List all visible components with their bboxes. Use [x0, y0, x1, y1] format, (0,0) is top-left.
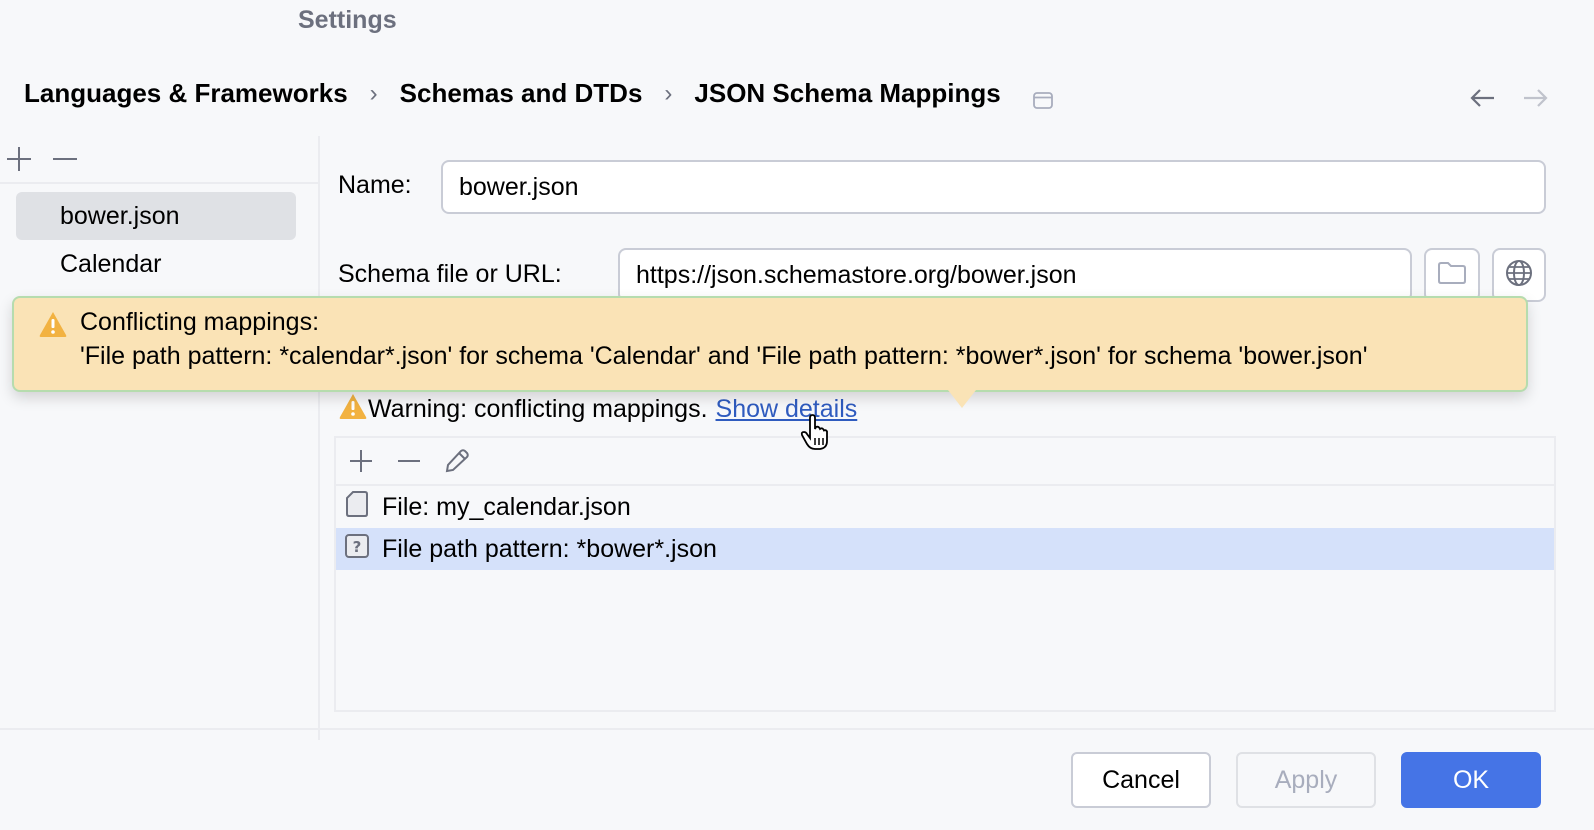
- breadcrumb-separator: ›: [664, 79, 673, 107]
- name-input[interactable]: bower.json: [441, 160, 1546, 214]
- mapping-label: File path pattern: *bower*.json: [382, 534, 717, 563]
- folder-icon: [1437, 260, 1467, 291]
- pencil-icon[interactable]: [442, 446, 472, 476]
- schema-list-toolbar: [0, 136, 318, 184]
- window-icon[interactable]: [1032, 85, 1053, 109]
- arrow-right-icon[interactable]: [1520, 86, 1550, 115]
- arrow-left-icon[interactable]: [1468, 86, 1498, 115]
- file-icon: [344, 490, 382, 525]
- show-details-link[interactable]: Show details: [716, 395, 858, 424]
- schema-list-panel: bower.json Calendar: [0, 136, 320, 740]
- tooltip-pointer: [948, 390, 976, 408]
- mappings-toolbar: [336, 438, 1554, 486]
- breadcrumb: Languages & Frameworks › Schemas and DTD…: [24, 78, 1053, 109]
- plus-icon[interactable]: [346, 446, 376, 476]
- browse-button[interactable]: [1424, 248, 1480, 302]
- warning-text: Warning: conflicting mappings.: [368, 395, 708, 423]
- minus-icon[interactable]: [50, 144, 80, 174]
- url-button[interactable]: [1492, 248, 1546, 302]
- schema-list-item[interactable]: Calendar: [16, 240, 296, 288]
- pattern-icon: ?: [344, 532, 382, 567]
- conflict-tooltip: Conflicting mappings: 'File path pattern…: [12, 296, 1528, 392]
- navigation-arrows: [1468, 86, 1550, 115]
- warning-icon: [38, 310, 68, 338]
- svg-text:?: ?: [353, 538, 362, 556]
- tooltip-detail: 'File path pattern: *calendar*.json' for…: [80, 342, 1368, 370]
- name-label: Name:: [338, 171, 412, 199]
- mapping-label: File: my_calendar.json: [382, 492, 631, 521]
- schema-url-input[interactable]: https://json.schemastore.org/bower.json: [618, 248, 1412, 302]
- schema-url-label: Schema file or URL:: [338, 260, 562, 288]
- breadcrumb-item-json-schema-mappings: JSON Schema Mappings: [694, 78, 1001, 108]
- tooltip-title: Conflicting mappings:: [80, 308, 320, 336]
- minus-icon[interactable]: [394, 446, 424, 476]
- mapping-row[interactable]: File: my_calendar.json: [336, 486, 1554, 528]
- cancel-button[interactable]: Cancel: [1071, 752, 1211, 808]
- mappings-table: File: my_calendar.json ? File path patte…: [334, 436, 1556, 712]
- globe-icon: [1504, 258, 1534, 293]
- apply-button[interactable]: Apply: [1236, 752, 1376, 808]
- breadcrumb-item-languages[interactable]: Languages & Frameworks: [24, 78, 348, 109]
- plus-icon[interactable]: [4, 144, 34, 174]
- warning-row: Warning: conflicting mappings. Show deta…: [338, 392, 857, 427]
- footer-divider: [0, 728, 1594, 730]
- hand-cursor-icon: [800, 414, 832, 452]
- ok-button[interactable]: OK: [1401, 752, 1541, 808]
- schema-list: bower.json Calendar: [0, 184, 318, 288]
- breadcrumb-separator: ›: [369, 79, 378, 107]
- window-title: Settings: [298, 6, 397, 34]
- schema-list-item[interactable]: bower.json: [16, 192, 296, 240]
- breadcrumb-item-schemas[interactable]: Schemas and DTDs: [400, 78, 643, 109]
- warning-icon: [338, 392, 368, 427]
- mapping-row[interactable]: ? File path pattern: *bower*.json: [336, 528, 1554, 570]
